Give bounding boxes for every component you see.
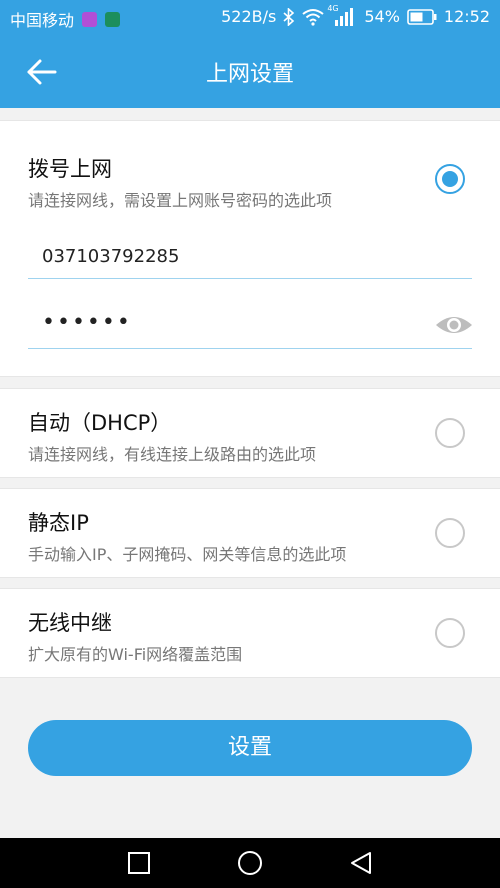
status-bar: 中国移动 522B/s 4G 54% 12:52 — [0, 0, 500, 36]
square-icon[interactable] — [126, 850, 152, 876]
battery-percent: 54% — [364, 7, 400, 26]
radio-button[interactable] — [435, 418, 465, 448]
radio-button[interactable] — [435, 518, 465, 548]
option-wireless-repeater[interactable]: 无线中继 扩大原有的Wi-Fi网络覆盖范围 — [0, 588, 500, 678]
option-pppoe[interactable]: 拨号上网 请连接网线，需设置上网账号密码的选此项 037103792285 ••… — [0, 120, 500, 377]
option-description: 扩大原有的Wi-Fi网络覆盖范围 — [28, 645, 243, 664]
radio-button-selected[interactable] — [435, 164, 465, 194]
system-nav-bar — [0, 838, 500, 888]
triangle-back-icon[interactable] — [348, 850, 374, 876]
account-value: 037103792285 — [42, 246, 180, 267]
option-description: 手动输入IP、子网掩码、网关等信息的选此项 — [28, 545, 347, 564]
gallery-notification-icon — [82, 11, 98, 27]
option-title: 无线中继 — [28, 611, 112, 635]
option-title: 自动（DHCP） — [28, 411, 172, 435]
carrier-label: 中国移动 — [10, 11, 75, 30]
option-static-ip[interactable]: 静态IP 手动输入IP、子网掩码、网关等信息的选此项 — [0, 488, 500, 578]
wifi-icon — [302, 8, 324, 26]
set-button[interactable]: 设置 — [28, 720, 472, 776]
clock: 12:52 — [443, 7, 490, 26]
signal-icon: 4G — [327, 4, 354, 26]
password-value: •••••• — [42, 310, 132, 335]
network-speed: 522B/s — [221, 7, 277, 26]
radio-button[interactable] — [435, 618, 465, 648]
option-dhcp[interactable]: 自动（DHCP） 请连接网线，有线连接上级路由的选此项 — [0, 388, 500, 478]
password-input[interactable]: •••••• — [28, 308, 472, 349]
title-bar: 上网设置 — [0, 36, 500, 108]
option-title: 静态IP — [28, 511, 89, 535]
bluetooth-icon — [283, 7, 295, 26]
circle-icon[interactable] — [237, 850, 263, 876]
app-header: 中国移动 522B/s 4G 54% 12:52 上网设置 — [0, 0, 500, 108]
option-description: 请连接网线，有线连接上级路由的选此项 — [28, 445, 317, 464]
battery-icon — [407, 8, 437, 25]
option-title: 拨号上网 — [28, 157, 112, 181]
eye-icon[interactable] — [434, 312, 474, 338]
shield-notification-icon — [105, 11, 121, 27]
page-title: 上网设置 — [205, 62, 294, 87]
account-input[interactable]: 037103792285 — [28, 238, 472, 279]
option-description: 请连接网线，需设置上网账号密码的选此项 — [28, 191, 333, 210]
